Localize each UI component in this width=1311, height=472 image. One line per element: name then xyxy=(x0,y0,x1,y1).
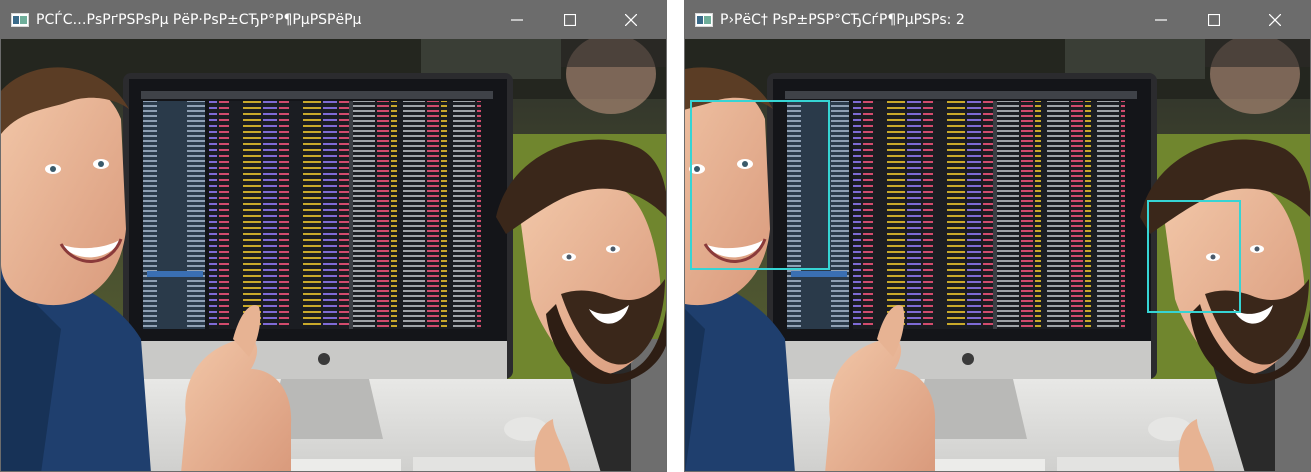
close-icon xyxy=(1269,14,1281,26)
detection-window[interactable]: Р›РёС† РѕР±РЅР°СЂСѓР¶РµРЅРѕ: 2 xyxy=(684,0,1311,472)
minimize-icon xyxy=(511,19,523,21)
photo-with-detections xyxy=(685,39,1310,471)
minimize-button[interactable] xyxy=(1138,1,1184,39)
image-canvas xyxy=(685,39,1310,471)
image-canvas xyxy=(1,39,666,471)
titlebar[interactable]: РСЃС…РѕРґРЅРѕРµ РёР·РѕР±СЂР°Р¶РµРЅРёРµ xyxy=(1,1,666,39)
app-icon xyxy=(695,13,713,27)
maximize-icon xyxy=(564,14,576,26)
app-icon xyxy=(11,13,29,27)
titlebar[interactable]: Р›РёС† РѕР±РЅР°СЂСѓР¶РµРЅРѕ: 2 xyxy=(685,1,1310,39)
minimize-button[interactable] xyxy=(494,1,540,39)
maximize-button[interactable] xyxy=(547,1,593,39)
maximize-button[interactable] xyxy=(1191,1,1237,39)
window-title: РСЃС…РѕРґРЅРѕРµ РёР·РѕР±СЂР°Р¶РµРЅРёРµ xyxy=(36,12,362,28)
maximize-icon xyxy=(1208,14,1220,26)
photo xyxy=(1,39,666,471)
window-title: Р›РёС† РѕР±РЅР°СЂСѓР¶РµРЅРѕ: 2 xyxy=(720,12,965,28)
original-image-window[interactable]: РСЃС…РѕРґРЅРѕРµ РёР·РѕР±СЂР°Р¶РµРЅРёРµ xyxy=(0,0,667,472)
minimize-icon xyxy=(1155,19,1167,21)
close-button[interactable] xyxy=(608,1,654,39)
close-button[interactable] xyxy=(1252,1,1298,39)
close-icon xyxy=(625,14,637,26)
